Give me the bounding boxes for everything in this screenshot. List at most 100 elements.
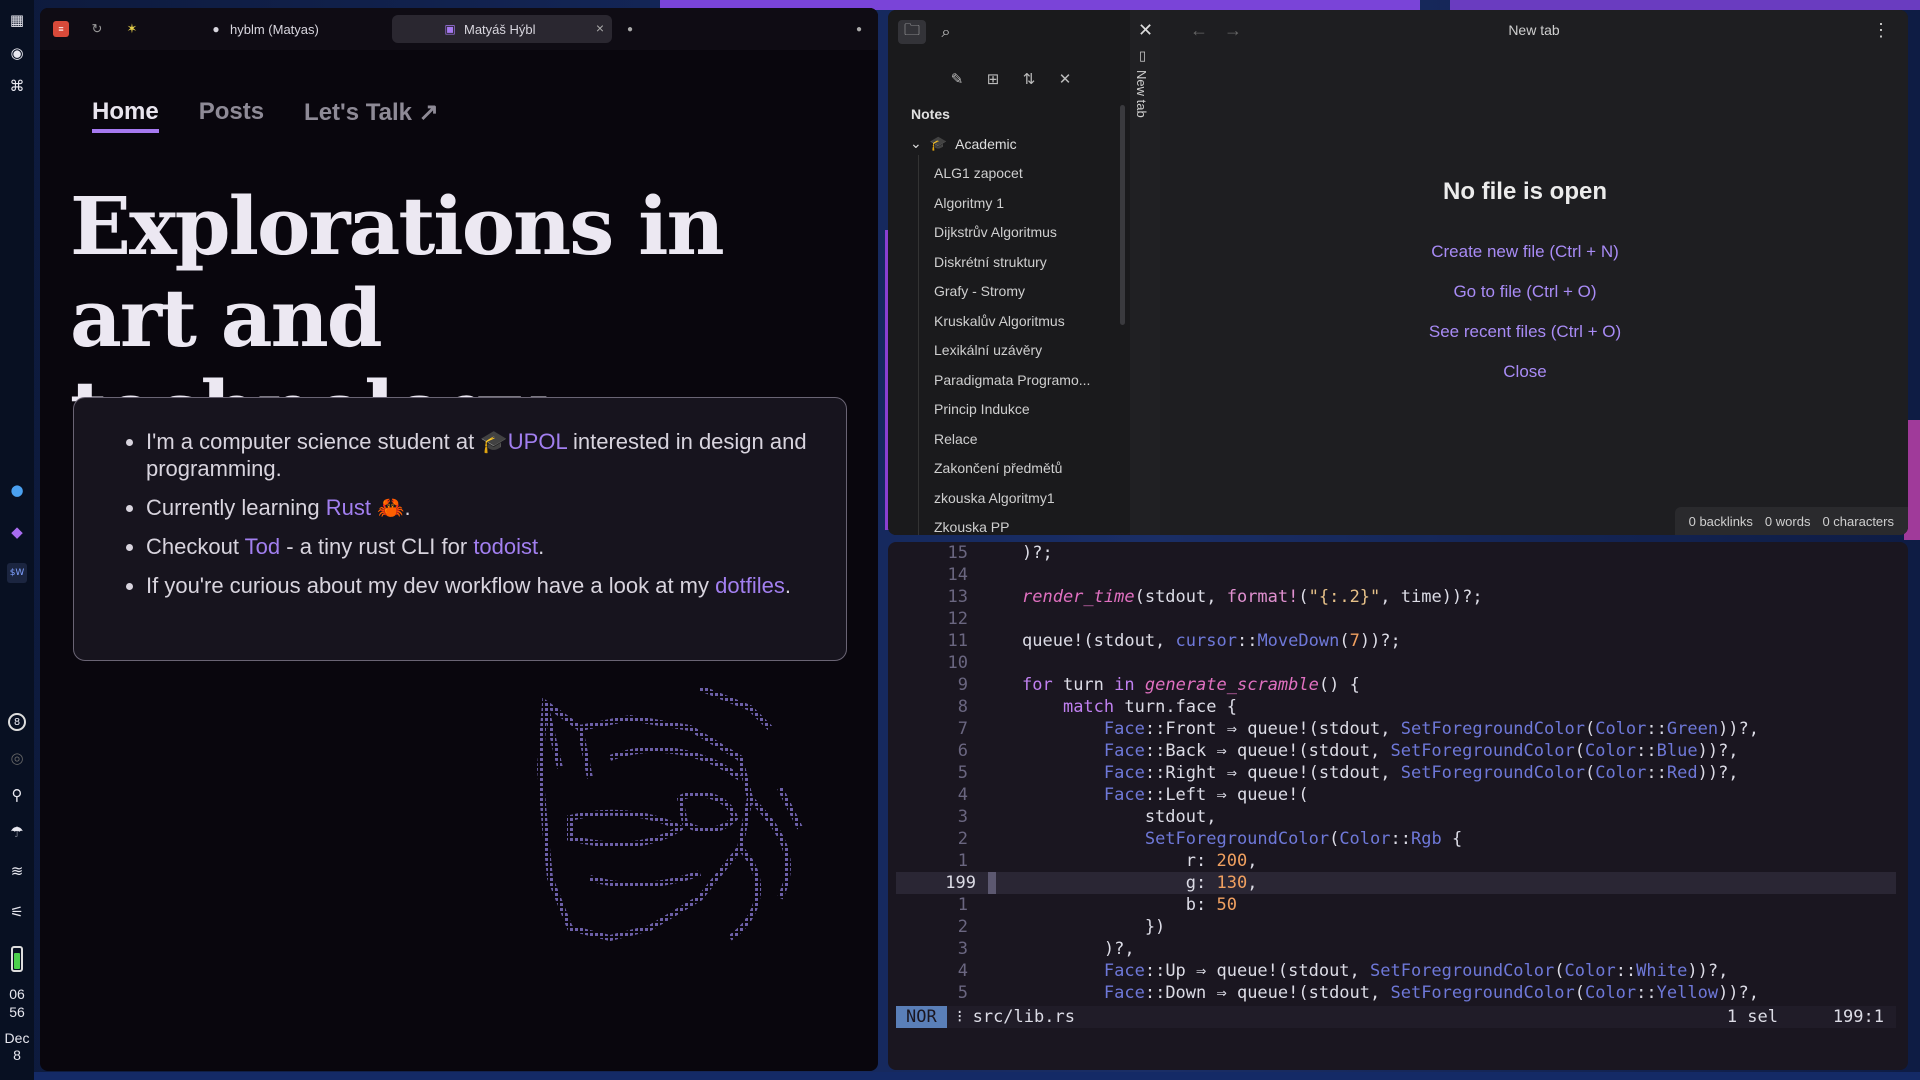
notification-icon[interactable]: ☂ xyxy=(7,822,27,842)
code-line: 2 SetForegroundColor(Color::Rgb { xyxy=(888,828,1908,850)
compass-icon[interactable]: ◉ xyxy=(7,43,27,63)
list-item: Currently learning Rust 🦀. xyxy=(146,494,816,521)
tab-site[interactable]: ▣ Matyáš Hýbl × xyxy=(392,15,612,43)
text: . xyxy=(784,573,791,598)
rust-link[interactable]: Rust xyxy=(326,495,371,520)
line-number: 9 xyxy=(957,675,968,695)
wallpaper-accent xyxy=(1450,0,1920,10)
search-icon[interactable]: ⌕ xyxy=(932,20,960,44)
recent-files-link[interactable]: See recent files (Ctrl + O) xyxy=(1160,322,1890,362)
new-tab-dot-icon[interactable]: ● xyxy=(622,21,638,37)
file-item[interactable]: Princip Indukce xyxy=(934,401,1114,431)
ascii-cat-mask-illustration xyxy=(536,688,803,942)
go-to-file-link[interactable]: Go to file (Ctrl + O) xyxy=(1160,282,1890,322)
code-line: 1 r: 200, xyxy=(888,850,1908,872)
file-item[interactable]: Paradigmata Programo... xyxy=(934,372,1114,402)
wallpaper-accent xyxy=(0,1072,1920,1080)
file-item[interactable]: zkouska Algoritmy1 xyxy=(934,490,1114,520)
nav-lets-talk[interactable]: Let's Talk ↗ xyxy=(304,98,439,133)
vault-name[interactable]: Notes xyxy=(911,106,950,122)
file-item[interactable]: ALG1 zapocet xyxy=(934,165,1114,195)
vertical-tab-label[interactable]: New tab xyxy=(1134,70,1149,118)
new-folder-icon[interactable]: ⊞ xyxy=(982,68,1004,90)
text-cursor xyxy=(988,872,996,894)
nav-home[interactable]: Home xyxy=(92,98,159,133)
code-line: 3 stdout, xyxy=(888,806,1908,828)
text: If you're curious about my dev workflow … xyxy=(146,573,716,598)
close-link[interactable]: Close xyxy=(1160,362,1890,402)
line-number: 8 xyxy=(957,697,968,717)
editor-statusline: NOR ⁝ src/lib.rs 1 sel 199:1 xyxy=(896,1006,1896,1028)
file-item[interactable]: Zakončení předmětů xyxy=(934,460,1114,490)
line-number: 10 xyxy=(947,653,968,673)
list-item: I'm a computer science student at 🎓UPOL … xyxy=(146,428,816,482)
wifi-icon[interactable]: ≋ xyxy=(7,861,27,881)
close-icon[interactable]: ✕ xyxy=(1138,20,1153,41)
code-line: 5 Face::Down ⇒ queue!(stdout, SetForegro… xyxy=(888,982,1908,1004)
dotfiles-link[interactable]: dotfiles xyxy=(715,573,785,598)
obsidian-icon[interactable]: ◆ xyxy=(7,522,27,542)
file-item[interactable]: Lexikální uzávěry xyxy=(934,342,1114,372)
folder-label: Academic xyxy=(955,135,1017,152)
text: Currently learning xyxy=(146,495,326,520)
record-icon[interactable]: ◎ xyxy=(7,748,27,768)
command-icon[interactable]: ⌘ xyxy=(7,76,27,96)
menu-dot-icon[interactable]: ● xyxy=(851,21,867,37)
close-tab-icon[interactable]: × xyxy=(596,20,604,36)
chevron-down-icon: ⌄ xyxy=(910,135,922,151)
settings-sliders-icon[interactable]: ⚟ xyxy=(7,902,27,922)
firefox-icon[interactable]: ● xyxy=(7,480,27,500)
file-item[interactable]: Grafy - Stromy xyxy=(934,283,1114,313)
workspace-number: 8 xyxy=(8,713,26,731)
apps-grid-icon[interactable]: ▦ xyxy=(7,10,27,30)
line-number: 12 xyxy=(947,609,968,629)
file-item[interactable]: Diskrétní struktury xyxy=(934,254,1114,284)
file-item[interactable]: Dijkstrův Algoritmus xyxy=(934,224,1114,254)
tod-link[interactable]: Tod xyxy=(245,534,280,559)
text: I'm a computer science student at xyxy=(146,429,481,454)
code-line: 4 Face::Up ⇒ queue!(stdout, SetForegroun… xyxy=(888,960,1908,982)
terminal-editor-window: 15)?; 14 13 render_time(stdout, format!("… xyxy=(888,542,1908,1070)
folder-icon[interactable]: 🗀 xyxy=(898,20,926,44)
history-icon[interactable]: ↻ xyxy=(89,21,105,37)
code-line: 15)?; xyxy=(888,542,1908,564)
file-item[interactable]: Zkouska PP xyxy=(934,519,1114,535)
upol-link[interactable]: UPOL xyxy=(508,429,567,454)
tab-label: hyblm (Matyas) xyxy=(230,21,319,37)
line-number: 15 xyxy=(947,543,968,563)
battery-icon[interactable] xyxy=(7,944,27,974)
terminal-icon[interactable]: $W xyxy=(7,563,27,583)
line-number: 3 xyxy=(957,939,968,959)
sidebar-scrollbar[interactable] xyxy=(1120,105,1125,325)
cursor-position: 199:1 xyxy=(1832,1007,1884,1027)
star-icon[interactable]: ✶ xyxy=(124,21,140,37)
line-number: 3 xyxy=(957,807,968,827)
more-options-icon[interactable]: ⋮ xyxy=(1872,20,1890,41)
collapse-all-icon[interactable]: ✕ xyxy=(1054,68,1076,90)
location-icon[interactable]: ⚲ xyxy=(7,785,27,805)
workspace-badge[interactable]: 8 xyxy=(7,712,27,732)
file-icon: ▯ xyxy=(1139,48,1147,63)
file-explorer-sidebar: 🗀 ⌕ ✎ ⊞ ⇅ ✕ Notes ⌄ 🎓 Academic ALG1 zapo… xyxy=(888,10,1130,535)
backlinks-count[interactable]: 0 backlinks xyxy=(1689,514,1753,529)
empty-state-title: No file is open xyxy=(1442,178,1607,205)
list-item: Checkout Tod - a tiny rust CLI for todoi… xyxy=(146,533,816,560)
tab-bar: ≡ ↻ ✶ ● hyblm (Matyas) × ▣ Matyáš Hýbl ×… xyxy=(40,8,878,50)
code-line: 3 )?, xyxy=(888,938,1908,960)
new-note-icon[interactable]: ✎ xyxy=(946,68,968,90)
todoist-icon[interactable]: ≡ xyxy=(53,21,69,37)
github-icon: ● xyxy=(212,22,220,36)
sidebar-ribbon: 🗀 ⌕ xyxy=(888,10,1130,50)
line-number: 5 xyxy=(957,983,968,1003)
code-line: 11 queue!(stdout, cursor::MoveDown(7))?; xyxy=(888,630,1908,652)
create-new-file-link[interactable]: Create new file (Ctrl + N) xyxy=(1160,242,1890,282)
explorer-actions: ✎ ⊞ ⇅ ✕ xyxy=(946,68,1076,90)
folder-academic[interactable]: ⌄ 🎓 Academic xyxy=(910,135,1017,152)
file-item[interactable]: Relace xyxy=(934,431,1114,461)
todoist-link[interactable]: todoist xyxy=(473,534,538,559)
file-item[interactable]: Kruskalův Algoritmus xyxy=(934,313,1114,343)
nav-posts[interactable]: Posts xyxy=(199,98,264,133)
file-item[interactable]: Algoritmy 1 xyxy=(934,195,1114,225)
sort-icon[interactable]: ⇅ xyxy=(1018,68,1040,90)
battery-level xyxy=(11,946,23,972)
